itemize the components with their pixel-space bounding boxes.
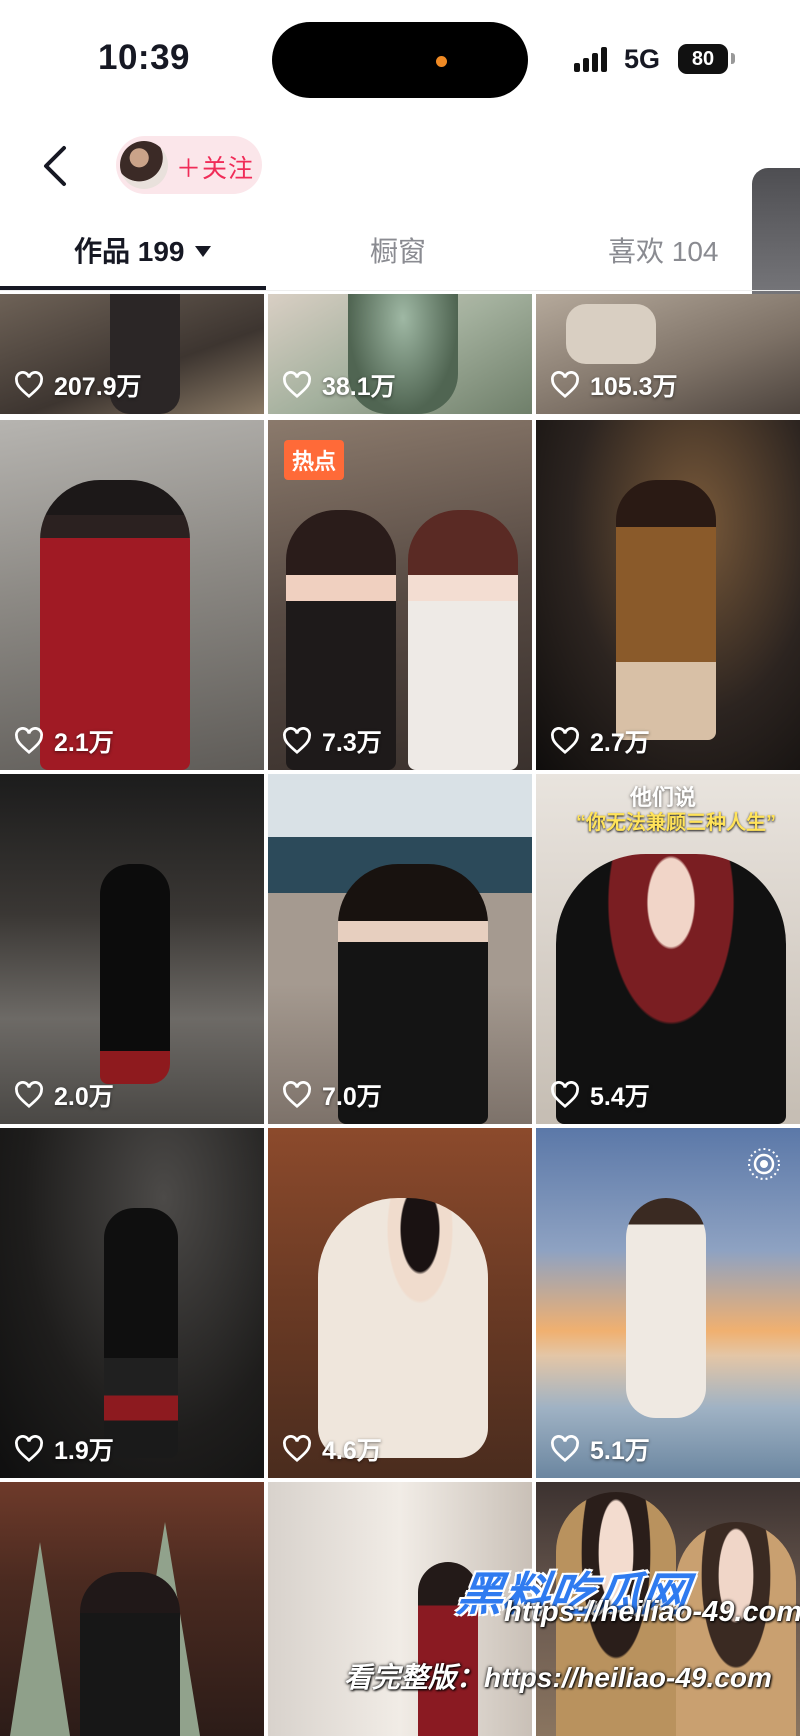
like-count: 2.0万 bbox=[54, 1083, 114, 1111]
follow-label: ＋关注 bbox=[176, 155, 255, 183]
video-grid: 207.9万 38.1万 105.3万 2.1万 热点 7.3万 2.7万 2.… bbox=[0, 294, 800, 1736]
like-count: 5.1万 bbox=[590, 1437, 650, 1465]
like-count: 2.1万 bbox=[54, 729, 114, 757]
network-type: 5G bbox=[624, 44, 661, 74]
tab-works[interactable]: 作品 199 bbox=[74, 230, 211, 270]
thumbnail-figure bbox=[408, 510, 518, 770]
thumbnail-figure bbox=[318, 1198, 488, 1458]
thumbnail-figure bbox=[566, 304, 656, 364]
profile-tabs: 作品 199 橱窗 喜欢 104 bbox=[0, 222, 800, 291]
like-count-row: 105.3万 bbox=[550, 368, 678, 402]
back-button[interactable] bbox=[36, 142, 76, 190]
thumbnail-figure bbox=[100, 864, 170, 1084]
heart-icon bbox=[15, 1081, 43, 1109]
video-tile[interactable]: 2.0万 bbox=[0, 774, 264, 1124]
thumbnail-figure bbox=[10, 1542, 70, 1736]
thumbnail-figure bbox=[676, 1522, 796, 1736]
status-time: 10:39 bbox=[98, 38, 191, 77]
thumbnail-figure bbox=[104, 1208, 178, 1458]
like-count-row: 7.0万 bbox=[282, 1078, 382, 1112]
video-tile[interactable]: 2.7万 bbox=[536, 420, 800, 770]
like-count-row: 207.9万 bbox=[14, 368, 142, 402]
like-count: 2.7万 bbox=[590, 729, 650, 757]
like-count-row: 1.9万 bbox=[14, 1432, 114, 1466]
thumbnail-figure bbox=[626, 1198, 706, 1418]
like-count: 5.4万 bbox=[590, 1083, 650, 1111]
like-count-row: 4.6万 bbox=[282, 1432, 382, 1466]
watermark-url-inline: https://heiliao-49.com bbox=[484, 1662, 772, 1693]
heart-icon bbox=[283, 1435, 311, 1463]
camera-indicator-dot bbox=[436, 56, 447, 67]
video-tile[interactable]: 105.3万 bbox=[536, 294, 800, 414]
video-caption-sub: “你无法兼顾三种人生” bbox=[576, 812, 776, 834]
video-tile[interactable]: 他们说 “你无法兼顾三种人生” 5.4万 bbox=[536, 774, 800, 1124]
avatar[interactable] bbox=[120, 141, 168, 189]
like-count-row: 5.1万 bbox=[550, 1432, 650, 1466]
heart-icon bbox=[283, 371, 311, 399]
battery-nub bbox=[731, 53, 735, 64]
like-count-row: 38.1万 bbox=[282, 368, 396, 402]
heart-icon bbox=[283, 1081, 311, 1109]
battery-icon: 80 bbox=[678, 44, 728, 74]
thumbnail-figure bbox=[616, 480, 716, 740]
dynamic-island bbox=[272, 22, 528, 98]
live-photo-icon bbox=[748, 1148, 780, 1180]
watermark-prefix: 看完整版： bbox=[344, 1662, 485, 1693]
video-tile[interactable]: 38.1万 bbox=[268, 294, 532, 414]
caret-down-icon bbox=[194, 246, 211, 257]
heart-icon bbox=[551, 1081, 579, 1109]
like-count: 4.6万 bbox=[322, 1437, 382, 1465]
video-tile[interactable]: 5.1万 bbox=[536, 1128, 800, 1478]
video-tile[interactable]: 7.0万 bbox=[268, 774, 532, 1124]
chevron-left-icon bbox=[44, 146, 66, 186]
tab-showcase[interactable]: 橱窗 bbox=[370, 230, 426, 270]
like-count: 1.9万 bbox=[54, 1437, 114, 1465]
like-count-row: 2.0万 bbox=[14, 1078, 114, 1112]
video-tile[interactable]: 热点 7.3万 bbox=[268, 420, 532, 770]
heart-icon bbox=[551, 371, 579, 399]
like-count-row: 2.1万 bbox=[14, 724, 114, 758]
status-bar: 10:39 5G 80 bbox=[0, 0, 800, 118]
heart-icon bbox=[15, 727, 43, 755]
like-count: 105.3万 bbox=[590, 373, 678, 401]
video-tile[interactable] bbox=[0, 1482, 264, 1736]
tab-active-indicator bbox=[0, 286, 266, 290]
follow-button[interactable]: ＋关注 bbox=[116, 136, 262, 194]
video-tile[interactable]: 207.9万 bbox=[0, 294, 264, 414]
like-count-row: 5.4万 bbox=[550, 1078, 650, 1112]
signal-icon bbox=[574, 46, 614, 72]
hot-badge: 热点 bbox=[284, 440, 345, 480]
like-count: 7.3万 bbox=[322, 729, 382, 757]
like-count-row: 2.7万 bbox=[550, 724, 650, 758]
video-tile[interactable]: 1.9万 bbox=[0, 1128, 264, 1478]
thumbnail-figure bbox=[80, 1572, 180, 1736]
tab-works-label: 作品 199 bbox=[74, 236, 185, 267]
heart-icon bbox=[551, 1435, 579, 1463]
like-count: 207.9万 bbox=[54, 373, 142, 401]
tab-likes[interactable]: 喜欢 104 bbox=[608, 230, 719, 270]
heart-icon bbox=[283, 727, 311, 755]
video-tile[interactable]: 2.1万 bbox=[0, 420, 264, 770]
like-count: 7.0万 bbox=[322, 1083, 382, 1111]
heart-icon bbox=[15, 371, 43, 399]
video-tile[interactable]: 4.6万 bbox=[268, 1128, 532, 1478]
heart-icon bbox=[15, 1435, 43, 1463]
like-count: 38.1万 bbox=[322, 373, 396, 401]
heart-icon bbox=[551, 727, 579, 755]
watermark-url: https://heiliao-49.com bbox=[504, 1596, 800, 1628]
like-count-row: 7.3万 bbox=[282, 724, 382, 758]
watermark-line: 看完整版：https://heiliao-49.com bbox=[344, 1656, 772, 1696]
